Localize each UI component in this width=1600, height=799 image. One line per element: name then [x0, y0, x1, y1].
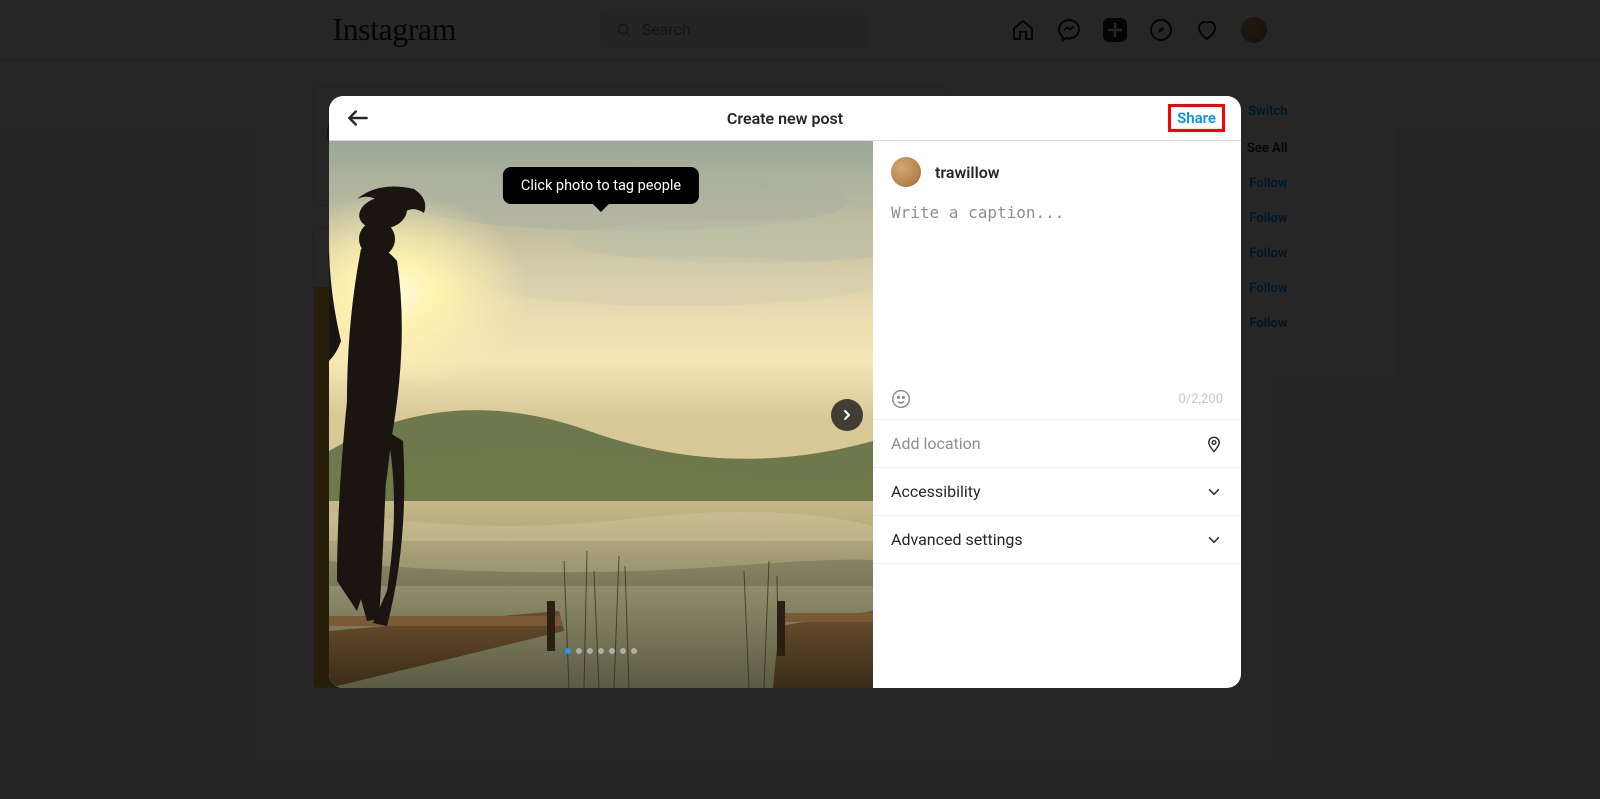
author-avatar[interactable]	[891, 157, 921, 187]
author-row: trawillow	[873, 141, 1241, 203]
accessibility-row[interactable]: Accessibility	[873, 468, 1241, 516]
add-location-row[interactable]: Add location	[873, 420, 1241, 468]
carousel-dot[interactable]	[609, 648, 615, 654]
modal-header: Create new post Share	[329, 96, 1241, 141]
location-label: Add location	[891, 434, 981, 453]
carousel-dot[interactable]	[565, 648, 571, 654]
carousel-dot[interactable]	[587, 648, 593, 654]
next-image-button[interactable]	[831, 399, 863, 431]
carousel-dot[interactable]	[598, 648, 604, 654]
caption-input[interactable]	[891, 203, 1223, 241]
create-post-modal: Create new post Share	[329, 96, 1241, 688]
advanced-settings-row[interactable]: Advanced settings	[873, 516, 1241, 564]
modal-title: Create new post	[727, 109, 843, 128]
chevron-down-icon	[1205, 531, 1223, 549]
accessibility-label: Accessibility	[891, 482, 981, 501]
author-username[interactable]: trawillow	[935, 163, 1000, 182]
tag-tooltip: Click photo to tag people	[503, 167, 699, 204]
arrow-left-icon	[345, 105, 371, 131]
post-image-preview[interactable]: Click photo to tag people	[329, 141, 873, 688]
carousel-dot[interactable]	[576, 648, 582, 654]
advanced-label: Advanced settings	[891, 530, 1023, 549]
carousel-dots	[565, 648, 637, 654]
back-button[interactable]	[345, 105, 371, 131]
carousel-dot[interactable]	[631, 648, 637, 654]
carousel-dot[interactable]	[620, 648, 626, 654]
char-counter: 0/2,200	[1179, 392, 1223, 407]
location-pin-icon	[1205, 435, 1223, 453]
emoji-icon[interactable]	[891, 389, 911, 409]
chevron-down-icon	[1205, 483, 1223, 501]
share-button[interactable]: Share	[1168, 104, 1225, 132]
post-details-panel: trawillow 0/2,200 Add location Accessibi…	[873, 141, 1241, 688]
chevron-right-icon	[839, 407, 855, 423]
